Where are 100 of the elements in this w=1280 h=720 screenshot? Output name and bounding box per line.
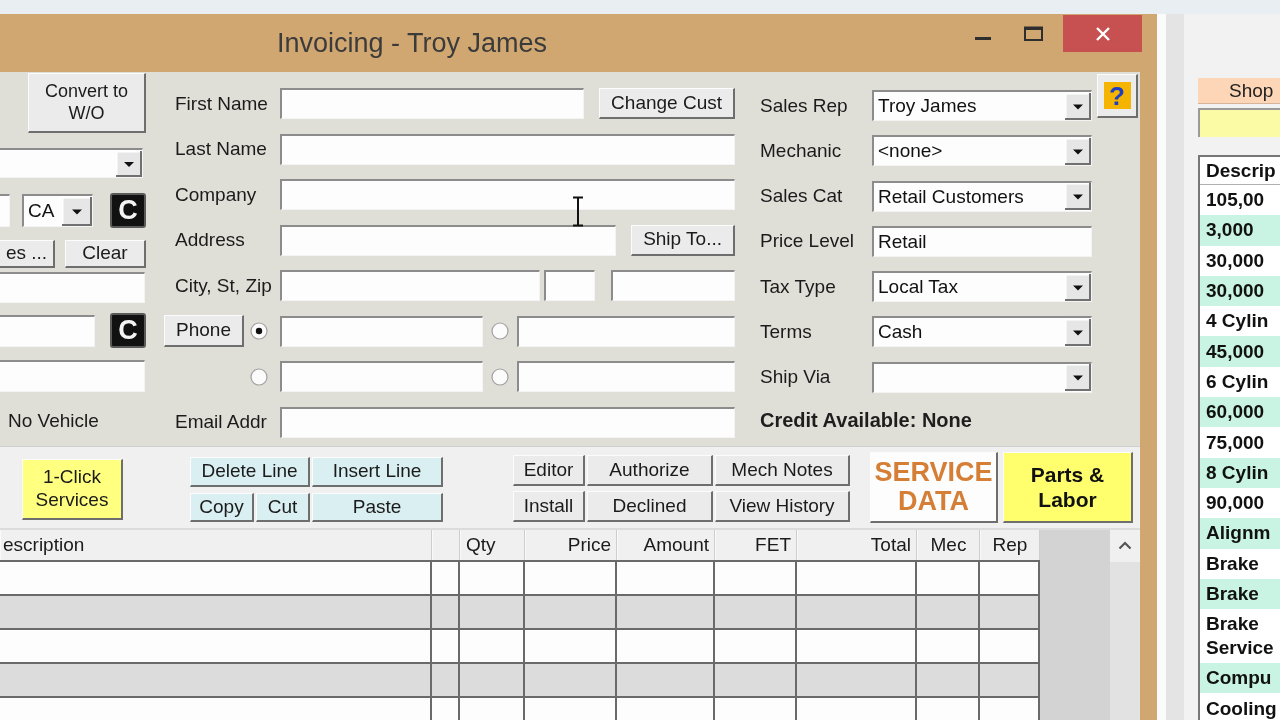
toolbar-button[interactable]: Mech Notes bbox=[715, 455, 850, 486]
dropdown[interactable]: <none> bbox=[872, 135, 1092, 167]
table-row[interactable] bbox=[0, 562, 1040, 596]
list-item[interactable]: Brake bbox=[1200, 578, 1280, 610]
chevron-up-icon[interactable] bbox=[1118, 541, 1132, 550]
radio-button[interactable] bbox=[491, 367, 509, 386]
convert-button[interactable]: Convert to W/O bbox=[28, 73, 146, 133]
caret-icon[interactable] bbox=[1065, 319, 1091, 346]
close-icon bbox=[1095, 26, 1110, 41]
field-label: Last Name bbox=[175, 138, 267, 160]
field-label: Terms bbox=[760, 321, 813, 343]
minimize-icon bbox=[975, 37, 991, 40]
input-field[interactable] bbox=[280, 361, 483, 392]
list-item[interactable]: Compu bbox=[1200, 663, 1280, 694]
caret-icon[interactable] bbox=[1065, 183, 1091, 211]
list-item[interactable]: 8 Cylin bbox=[1200, 457, 1280, 488]
caret-icon[interactable] bbox=[1065, 364, 1091, 392]
input-field[interactable] bbox=[1198, 108, 1280, 137]
list-item[interactable]: 3,000 bbox=[1200, 215, 1280, 246]
caret-icon[interactable] bbox=[1065, 273, 1091, 301]
caret-icon[interactable] bbox=[62, 196, 92, 226]
window-title: Invoicing - Troy James bbox=[277, 28, 549, 58]
input-field[interactable]: Retail bbox=[872, 225, 1092, 257]
field-label: Ship Via bbox=[760, 366, 832, 389]
phone-button[interactable]: Phone bbox=[164, 315, 244, 347]
input-field[interactable] bbox=[0, 272, 145, 303]
radio-button[interactable] bbox=[250, 367, 268, 386]
toolbar-button[interactable]: Authorize bbox=[587, 455, 713, 486]
form-button[interactable]: es ... bbox=[0, 240, 55, 268]
column-header[interactable]: Mec bbox=[917, 530, 980, 560]
list-item[interactable]: 60,000 bbox=[1200, 397, 1280, 428]
column-header[interactable]: FET bbox=[715, 530, 797, 560]
input-field[interactable] bbox=[0, 314, 95, 347]
field-label: Mechanic bbox=[760, 139, 843, 162]
vehicle-status: No Vehicle bbox=[7, 410, 99, 432]
input-field[interactable] bbox=[0, 360, 145, 392]
toolbar-button[interactable]: Editor bbox=[513, 455, 585, 486]
list-item[interactable]: 45,000 bbox=[1200, 336, 1280, 367]
table-row[interactable] bbox=[0, 630, 1040, 664]
form-button[interactable]: Change Cust bbox=[599, 88, 735, 119]
credit-status: Credit Available: None bbox=[760, 408, 973, 433]
close-button[interactable] bbox=[1063, 15, 1142, 52]
dropdown[interactable] bbox=[0, 148, 143, 178]
column-header[interactable]: Price bbox=[525, 530, 617, 560]
dropdown[interactable]: Retail Customers bbox=[872, 180, 1092, 212]
input-field[interactable] bbox=[0, 194, 10, 227]
services-button[interactable]: 1-Click Services bbox=[22, 459, 123, 520]
input-field[interactable] bbox=[611, 270, 735, 301]
column-header[interactable]: Total bbox=[797, 530, 917, 560]
table-row[interactable] bbox=[0, 664, 1040, 698]
field-label: City, St, Zip bbox=[175, 274, 272, 297]
field-label: Sales Rep bbox=[760, 94, 849, 117]
radio-button[interactable] bbox=[250, 322, 268, 340]
column-header[interactable]: Amount bbox=[617, 530, 715, 560]
input-field[interactable] bbox=[280, 315, 483, 347]
toolbar-button[interactable]: Cut bbox=[256, 493, 310, 522]
input-field[interactable] bbox=[280, 270, 540, 301]
input-field[interactable] bbox=[280, 133, 735, 165]
column-header[interactable]: Qty bbox=[460, 530, 525, 560]
field-label: Email Addr bbox=[175, 411, 267, 433]
toolbar-button[interactable]: Delete Line bbox=[190, 457, 310, 487]
field-label: First Name bbox=[175, 92, 268, 115]
toolbar-button[interactable]: View History bbox=[715, 491, 850, 522]
clear-button[interactable]: Clear bbox=[65, 240, 146, 268]
input-field[interactable] bbox=[517, 315, 735, 347]
input-field[interactable] bbox=[280, 179, 735, 210]
letter-button[interactable]: C bbox=[110, 313, 146, 348]
toolbar-button[interactable]: Declined bbox=[587, 491, 713, 522]
dropdown[interactable]: Troy James bbox=[872, 90, 1092, 121]
dropdown[interactable]: Local Tax bbox=[872, 271, 1092, 303]
caret-icon[interactable] bbox=[1065, 137, 1091, 165]
field-label: Tax Type bbox=[760, 275, 837, 298]
dropdown[interactable]: Cash bbox=[872, 316, 1092, 348]
list-item[interactable]: Alignm bbox=[1200, 518, 1280, 549]
field-label: Company bbox=[175, 183, 257, 206]
input-field[interactable] bbox=[280, 224, 617, 256]
dropdown[interactable]: CA bbox=[22, 194, 93, 227]
maximize-icon bbox=[1023, 26, 1043, 41]
input-field[interactable] bbox=[544, 270, 595, 301]
field-label: Address bbox=[175, 229, 245, 251]
caret-icon[interactable] bbox=[1065, 92, 1091, 120]
caret-icon[interactable] bbox=[116, 150, 142, 177]
list-item[interactable]: 30,000 bbox=[1200, 275, 1280, 307]
help-button[interactable]: ? bbox=[1097, 74, 1138, 118]
toolbar-button[interactable]: Copy bbox=[190, 493, 254, 522]
toolbar-button[interactable]: Install bbox=[513, 491, 585, 522]
letter-button[interactable]: C bbox=[110, 193, 146, 228]
radio-button[interactable] bbox=[491, 322, 509, 340]
table-row[interactable] bbox=[0, 596, 1040, 630]
parts-labor-button[interactable]: Parts & Labor bbox=[1003, 452, 1133, 523]
input-field[interactable] bbox=[280, 88, 585, 119]
field-label: Sales Cat bbox=[760, 185, 844, 208]
column-header[interactable]: escription bbox=[0, 530, 432, 560]
form-button[interactable]: Ship To... bbox=[631, 224, 735, 256]
shop-button[interactable]: Shop bbox=[1198, 78, 1280, 104]
toolbar-button[interactable]: Paste bbox=[312, 493, 443, 522]
field-label: Price Level bbox=[760, 230, 855, 253]
toolbar-button[interactable]: Insert Line bbox=[312, 457, 443, 487]
input-field[interactable] bbox=[517, 361, 735, 392]
input-field[interactable] bbox=[280, 406, 735, 438]
